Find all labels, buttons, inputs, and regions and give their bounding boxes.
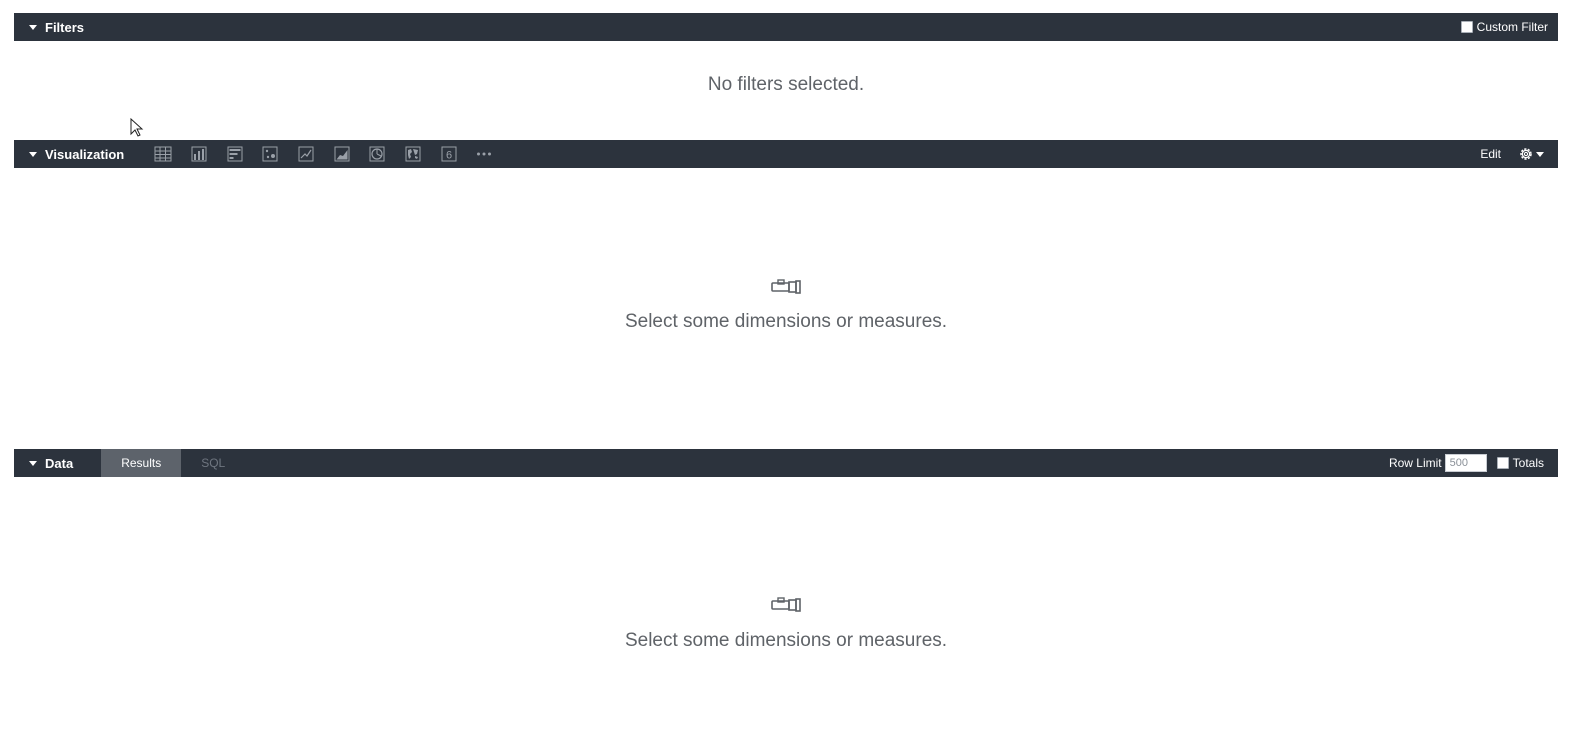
totals-label[interactable]: Totals bbox=[1513, 456, 1544, 470]
scatter-chart-icon[interactable] bbox=[261, 145, 279, 163]
visualization-empty-message: Select some dimensions or measures. bbox=[624, 311, 948, 332]
tab-results-label: Results bbox=[121, 456, 162, 470]
column-chart-icon[interactable] bbox=[190, 145, 208, 163]
tab-sql[interactable]: SQL bbox=[181, 449, 245, 477]
single-value-label: 6 bbox=[446, 150, 452, 162]
visualization-header: Visualization 6 Edit bbox=[14, 140, 1558, 168]
area-chart-icon[interactable] bbox=[333, 145, 351, 163]
caret-down-icon bbox=[29, 151, 37, 157]
data-header: Data Results SQL Row Limit 500 Totals bbox=[14, 449, 1558, 477]
pie-chart-icon[interactable] bbox=[368, 145, 386, 163]
chevron-down-icon bbox=[1536, 151, 1544, 157]
filters-toggle[interactable]: Filters bbox=[14, 13, 84, 41]
filters-empty-message: No filters selected. bbox=[707, 74, 865, 95]
data-title: Data bbox=[45, 455, 74, 471]
tab-sql-label: SQL bbox=[201, 456, 226, 470]
visualization-type-picker: 6 bbox=[154, 140, 511, 168]
binoculars-icon bbox=[771, 279, 801, 294]
filters-title: Filters bbox=[45, 19, 85, 35]
custom-filter-checkbox[interactable] bbox=[1460, 21, 1473, 33]
row-limit-input[interactable]: 500 bbox=[1444, 454, 1487, 472]
edit-button[interactable]: Edit bbox=[1480, 147, 1501, 161]
single-value-icon[interactable]: 6 bbox=[440, 145, 458, 163]
gear-icon bbox=[1520, 148, 1532, 160]
totals-checkbox[interactable] bbox=[1496, 457, 1509, 469]
caret-down-icon bbox=[29, 460, 37, 466]
data-toggle[interactable]: Data bbox=[14, 449, 101, 477]
row-limit-label: Row Limit bbox=[1388, 456, 1442, 470]
visualization-title: Visualization bbox=[45, 146, 125, 162]
bar-chart-icon[interactable] bbox=[226, 145, 244, 163]
tab-results[interactable]: Results bbox=[101, 449, 182, 477]
table-icon[interactable] bbox=[154, 145, 172, 163]
map-icon[interactable] bbox=[404, 145, 422, 163]
line-chart-icon[interactable] bbox=[297, 145, 315, 163]
settings-button[interactable] bbox=[1518, 146, 1544, 162]
binoculars-icon bbox=[771, 597, 801, 612]
visualization-toggle[interactable]: Visualization bbox=[14, 140, 124, 168]
caret-down-icon bbox=[29, 24, 37, 30]
filters-header: Filters Custom Filter bbox=[14, 13, 1558, 41]
more-icon[interactable] bbox=[475, 145, 493, 163]
data-empty-message: Select some dimensions or measures. bbox=[624, 630, 948, 651]
custom-filter-label[interactable]: Custom Filter bbox=[1477, 20, 1548, 34]
mouse-cursor-icon bbox=[130, 118, 144, 137]
